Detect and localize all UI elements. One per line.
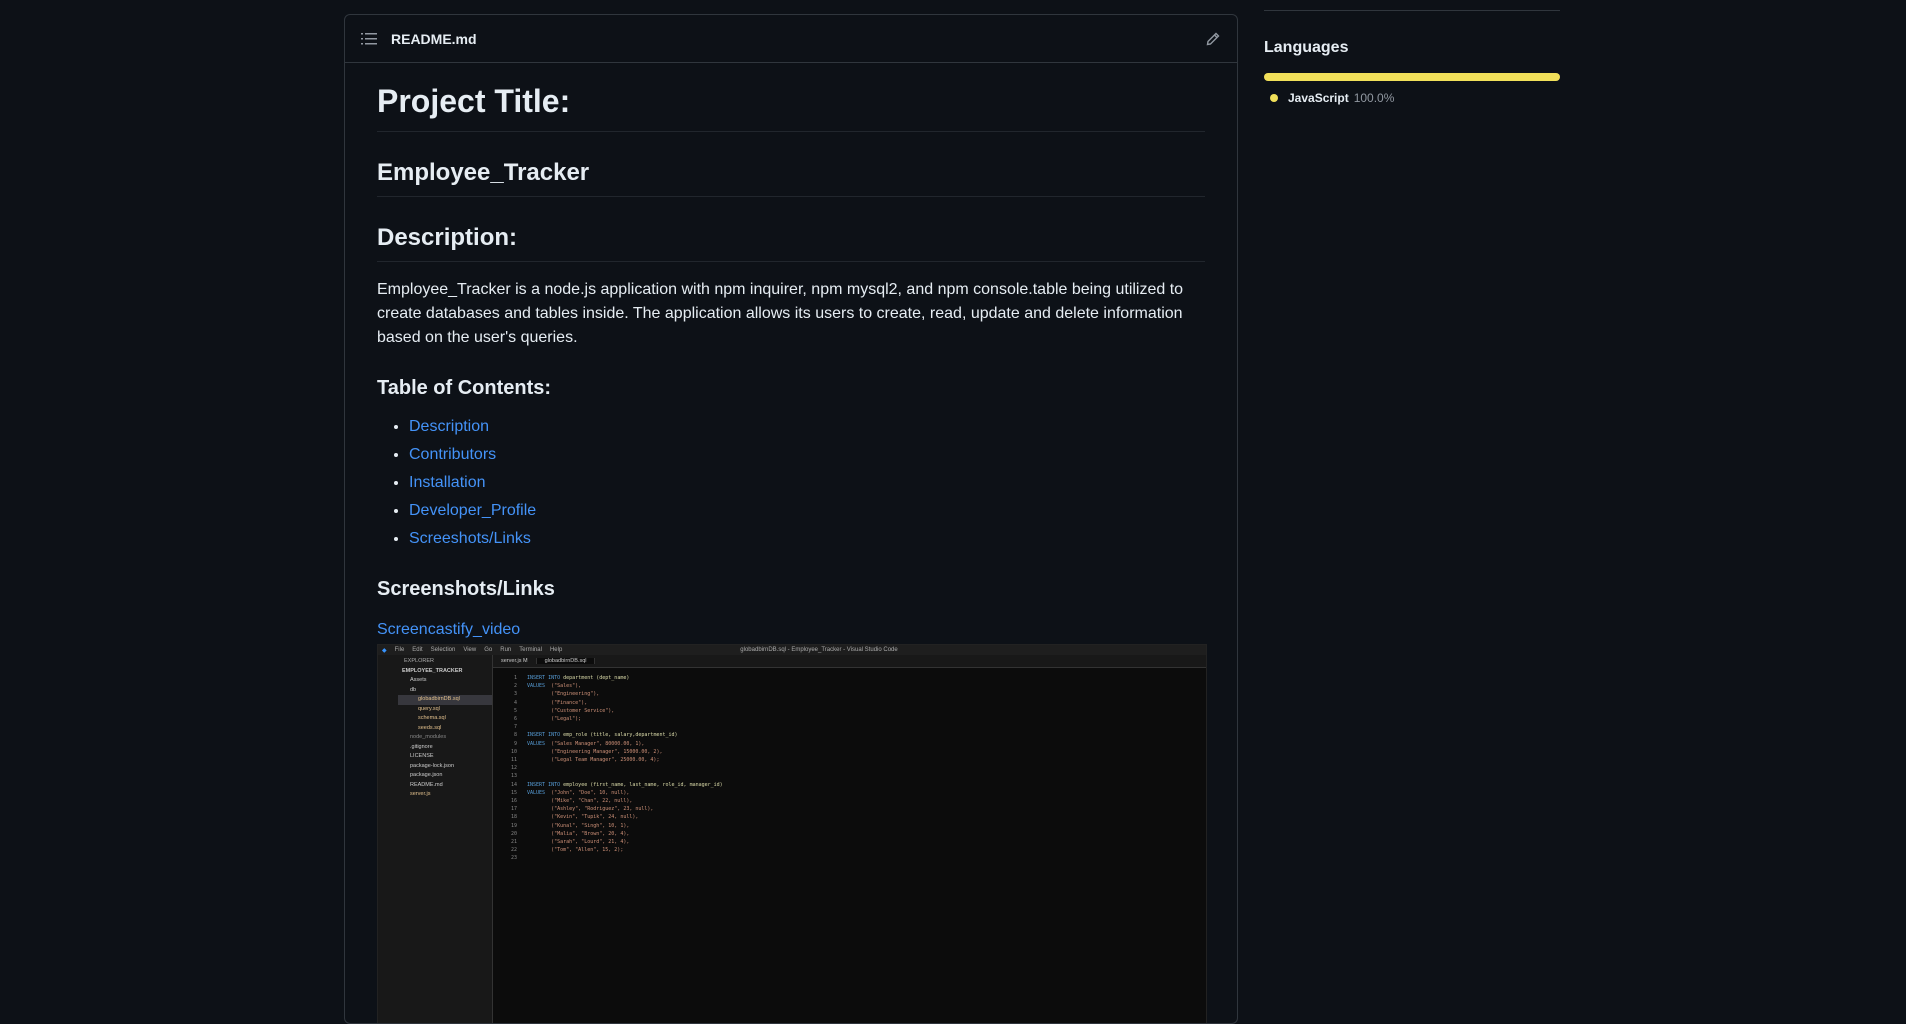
screenshot-menu-item: View (463, 647, 477, 653)
readme-content: Project Title: Employee_Tracker Descript… (345, 81, 1237, 1023)
screenshot-tab: server.js M (493, 658, 537, 664)
language-color-dot (1270, 94, 1278, 102)
repo-sidebar: Languages JavaScript 100.0% (1264, 0, 1560, 105)
screenshot-code-line: 20 ("Malia", "Brown", 20, 4), (510, 830, 630, 837)
screenshot-explorer-item: node_modules (410, 734, 447, 740)
screenshot-code-line: 8 INSERT INTO emp_role (title, salary,dep… (513, 732, 678, 739)
screenshot-code-line: 23 (510, 855, 517, 862)
screenshot-code-line: 13 (510, 773, 517, 780)
screenshot-code-line: 9 VALUES ("Sales Manager", 80000.00, 1), (513, 740, 645, 747)
screenshot-explorer-item: globadbirnDB.sql (398, 695, 492, 705)
screenshot-menu-item: Selection (430, 647, 456, 653)
screenshot-explorer-item: package.json (410, 772, 443, 778)
screenshot-explorer-item: query.sql (418, 705, 440, 712)
toc-link-contributors[interactable]: Contributors (409, 446, 496, 463)
description-heading: Description: (377, 223, 1205, 262)
screenshot-tab: globadbirnDB.sql (536, 658, 596, 664)
toc-link-developer-profile[interactable]: Developer_Profile (409, 502, 536, 519)
screenshot-explorer-item: EMPLOYEE_TRACKER (402, 667, 463, 674)
readme-header: README.md (345, 15, 1237, 63)
screenshot-explorer-item: seeds.sql (418, 724, 442, 731)
screenshot-code-line: 16 ("Mike", "Chan", 22, null), (510, 798, 633, 805)
toc-heading: Table of Contents: (377, 377, 552, 399)
screenshot-explorer-item: server.js (410, 791, 431, 797)
screenshot-explorer-item: package-lock.json (410, 762, 455, 769)
screenshot-code-line: 3 ("Engineering"), (513, 691, 600, 698)
screenshot-code-line: 22 ("Tom", "Allen", 15, 2); (510, 847, 624, 854)
language-item[interactable]: JavaScript 100.0% (1264, 91, 1560, 105)
description-text: Employee_Tracker is a node.js applicatio… (377, 281, 1184, 346)
screenshots-heading: Screenshots/Links (377, 578, 555, 600)
screenshot-menu-item: Edit (412, 647, 423, 653)
sidebar-divider (1264, 10, 1560, 11)
languages-heading: Languages (1264, 39, 1349, 56)
screenshot-tabs: server.js M globadbirnDB.sql (493, 655, 1206, 668)
screenshot-explorer-item: schema.sql (418, 715, 446, 721)
toc-item: Installation (409, 471, 1205, 495)
project-title-heading: Project Title: (377, 81, 1205, 132)
screenshot-explorer-item: Assets (410, 677, 427, 683)
toc-item: Description (409, 415, 1205, 439)
screenshot-code-line: 17 ("Ashley", "Rodriguez", 23, null), (510, 806, 654, 813)
screenshot-menu-item: Go (484, 647, 493, 653)
screenshot-code-line: 2 VALUES ("Sales"), (513, 683, 582, 690)
screenshot-code-line: 14 INSERT INTO employee (first_name, last… (510, 781, 723, 788)
screenshot-code-line: 10 ("Engineering Manager", 15000.00, 2), (510, 748, 663, 755)
vscode-logo-icon: ◆ (382, 647, 387, 654)
screenshot-code-line: 4 ("Finance"), (513, 699, 588, 706)
toc-link-installation[interactable]: Installation (409, 474, 486, 491)
outline-list-icon[interactable] (361, 31, 377, 47)
screenshot-code: 1 INSERT INTO department (dept_name) 2 VALU… (493, 668, 1206, 863)
screenshot-code-line: 7 (513, 724, 517, 731)
screenshot-menu-item: Help (549, 647, 563, 653)
toc-item: Developer_Profile (409, 499, 1205, 523)
project-name-heading: Employee_Tracker (377, 158, 1205, 197)
screenshot-explorer-item: .gitignore (410, 743, 433, 750)
screenshot-code-line: 19 ("Kunal", "Singh", 10, 1), (510, 822, 630, 829)
toc-link-screenshots[interactable]: Screeshots/Links (409, 530, 531, 547)
screenshot-explorer-item: LICENSE (410, 753, 434, 759)
toc-list: Description Contributors Installation De… (377, 415, 1205, 551)
screenshot-code-line: 15 VALUES ("John", "Doe", 10, null), (510, 789, 630, 796)
screenshot-explorer-item: README.md (410, 781, 443, 788)
vscode-screenshot-image[interactable]: ◆ File Edit Selection View Go Run Termin… (377, 644, 1207, 1023)
screenshot-code-line: 5 ("Customer Service"), (513, 707, 615, 714)
screenshot-menu-item: Terminal (519, 647, 542, 653)
readme-panel: README.md Project Title: Employee_Tracke… (344, 14, 1238, 1024)
toc-item: Contributors (409, 443, 1205, 467)
screenshot-code-line: 18 ("Kevin", "Tupik", 24, null), (510, 814, 639, 821)
screenshot-menu-item: File (394, 647, 405, 653)
toc-item: Screeshots/Links (409, 527, 1205, 551)
screenshot-explorer-item: db (410, 686, 417, 693)
readme-filename: README.md (391, 30, 477, 47)
screencastify-video-link[interactable]: Screencastify_video (377, 618, 1205, 642)
screenshot-code-line: 6 ("Legal"); (513, 716, 582, 723)
screenshot-menu-item: Run (500, 647, 512, 653)
screenshot-activity-bar (378, 655, 399, 1023)
language-progress-bar (1264, 73, 1560, 81)
toc-link-description[interactable]: Description (409, 418, 489, 435)
screenshot-explorer-title: EXPLORER (404, 658, 434, 664)
screenshot-code-line: 12 (510, 765, 517, 772)
screenshot-code-line: 21 ("Sarah", "Lourd", 21, 4), (510, 839, 630, 846)
language-percent: 100.0% (1353, 91, 1395, 105)
screenshot-explorer: EXPLORER EMPLOYEE_TRACKER Assets db glob… (398, 655, 493, 1023)
language-name: JavaScript (1288, 91, 1349, 105)
edit-pencil-icon[interactable] (1205, 31, 1221, 47)
screenshot-code-line: 1 INSERT INTO department (dept_name) (513, 675, 630, 681)
screenshot-window-title: globadbirnDB.sql - Employee_Tracker - Vi… (740, 647, 898, 653)
screenshot-editor: server.js M globadbirnDB.sql 1 INSERT INT… (493, 655, 1206, 1023)
screenshot-code-line: 11 ("Legal Team Manager", 25000.00, 4); (510, 757, 660, 764)
